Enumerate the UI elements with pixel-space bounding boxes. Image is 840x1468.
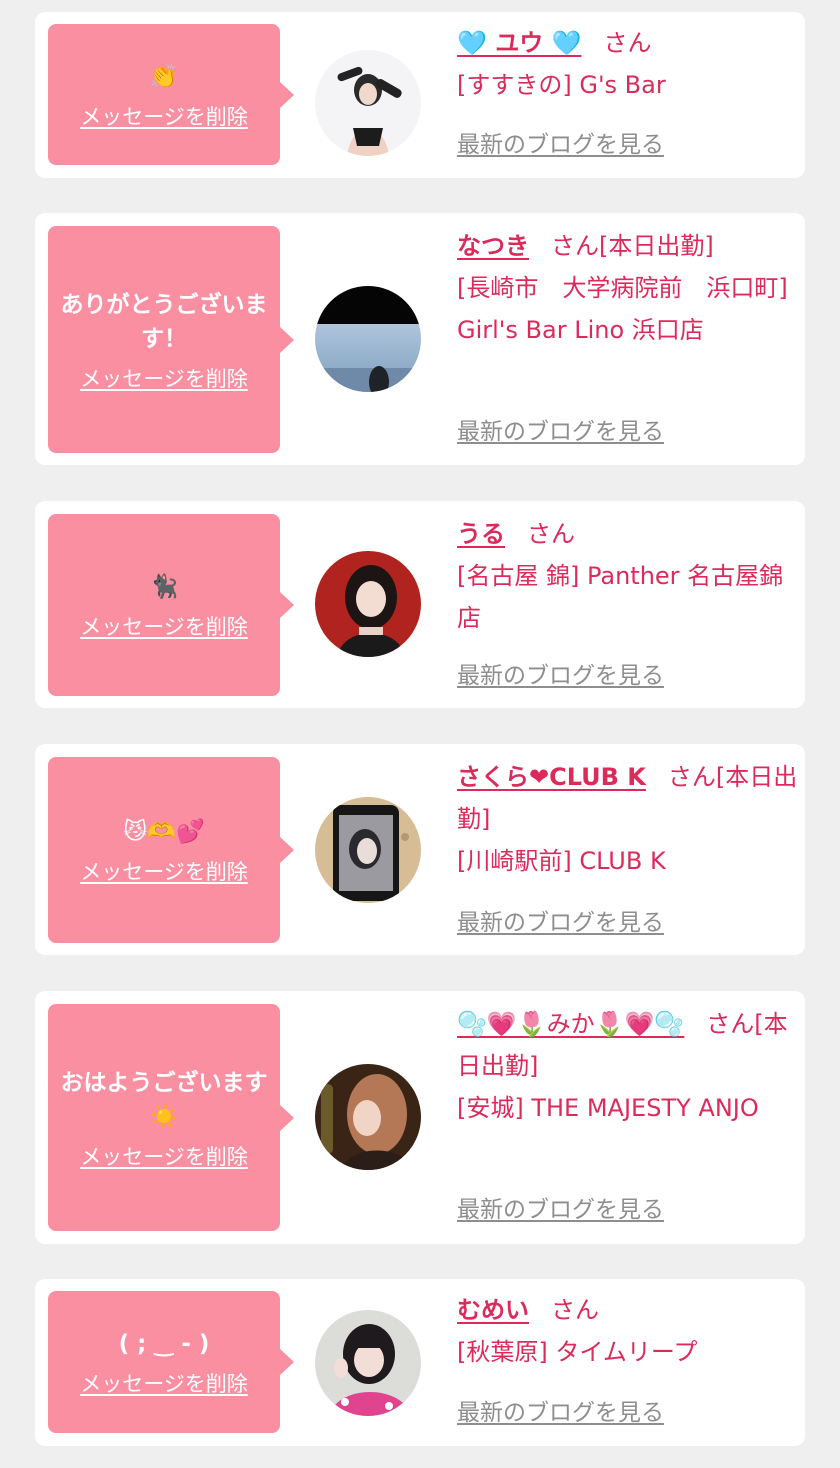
cast-info: なつき さん[本日出勤] [長崎市 大学病院前 浜口町] Girl's Bar L… bbox=[457, 225, 799, 351]
shop-location: [すすきの] G's Bar bbox=[457, 71, 666, 99]
cast-name-link[interactable]: 🫧💗🌷みか🌷💗🫧 bbox=[457, 1010, 684, 1038]
message-bubble: 👏 メッセージを削除 bbox=[48, 24, 294, 165]
cast-info: うる さん [名古屋 錦] Panther 名古屋錦店 bbox=[457, 513, 799, 639]
message-bubble: 🐈‍⬛ メッセージを削除 bbox=[48, 514, 294, 696]
message-bubble: ありがとうございます！ メッセージを削除 bbox=[48, 226, 294, 453]
message-text: ( ; ‿ - ) bbox=[118, 1331, 210, 1357]
honorific: さん bbox=[603, 29, 652, 57]
avatar[interactable] bbox=[315, 286, 421, 392]
latest-blog-link[interactable]: 最新のブログを見る bbox=[457, 417, 664, 447]
avatar[interactable] bbox=[315, 50, 421, 156]
shop-location: [安城] THE MAJESTY ANJO bbox=[457, 1094, 759, 1122]
latest-blog-link[interactable]: 最新のブログを見る bbox=[457, 1398, 664, 1428]
message-card: 😼🫶💕 メッセージを削除 さくら❤CLUB K さん[本日出勤] [川崎駅前] C… bbox=[35, 744, 805, 955]
honorific: さん bbox=[706, 1010, 755, 1038]
cast-info: さくら❤CLUB K さん[本日出勤] [川崎駅前] CLUB K bbox=[457, 756, 799, 882]
message-card: 🐈‍⬛ メッセージを削除 うる さん [名古屋 錦] Panther 名古屋錦店 … bbox=[35, 501, 805, 708]
delete-message-link[interactable]: メッセージを削除 bbox=[80, 104, 248, 130]
latest-blog-link[interactable]: 最新のブログを見る bbox=[457, 661, 664, 691]
avatar[interactable] bbox=[315, 797, 421, 903]
honorific: さん bbox=[551, 1296, 599, 1324]
message-list: 👏 メッセージを削除 🩵 ユウ 🩵 さん [すすきの] G's Bar 最新のブロ… bbox=[0, 0, 840, 1468]
message-card: ( ; ‿ - ) メッセージを削除 むめい さん [秋葉原] タイムリープ 最新… bbox=[35, 1279, 805, 1446]
avatar[interactable] bbox=[315, 551, 421, 657]
honorific: さん bbox=[667, 763, 716, 791]
shop-location: [名古屋 錦] Panther 名古屋錦店 bbox=[457, 562, 784, 632]
cast-name-link[interactable]: さくら❤CLUB K bbox=[457, 763, 646, 791]
message-text: ありがとうございます！ bbox=[60, 291, 268, 352]
delete-message-link[interactable]: メッセージを削除 bbox=[80, 366, 248, 392]
cast-info: 🫧💗🌷みか🌷💗🫧 さん[本日出勤] [安城] THE MAJESTY ANJO bbox=[457, 1003, 799, 1129]
delete-message-link[interactable]: メッセージを削除 bbox=[80, 859, 248, 885]
honorific: さん bbox=[527, 520, 575, 548]
message-card: おはようございます☀️ メッセージを削除 🫧💗🌷みか🌷💗🫧 さん[本日出勤] [安… bbox=[35, 991, 805, 1244]
cast-name-link[interactable]: むめい bbox=[457, 1296, 529, 1324]
cast-info: むめい さん [秋葉原] タイムリープ bbox=[457, 1289, 799, 1373]
honorific: さん bbox=[551, 232, 599, 260]
message-bubble: おはようございます☀️ メッセージを削除 bbox=[48, 1004, 294, 1231]
cast-name-link[interactable]: うる bbox=[457, 520, 505, 548]
shop-location: [長崎市 大学病院前 浜口町] Girl's Bar Lino 浜口店 bbox=[457, 274, 788, 344]
avatar[interactable] bbox=[315, 1310, 421, 1416]
cast-info: 🩵 ユウ 🩵 さん [すすきの] G's Bar bbox=[457, 22, 799, 106]
message-card: 👏 メッセージを削除 🩵 ユウ 🩵 さん [すすきの] G's Bar 最新のブロ… bbox=[35, 12, 805, 178]
avatar[interactable] bbox=[315, 1064, 421, 1170]
shop-location: [秋葉原] タイムリープ bbox=[457, 1338, 698, 1366]
message-bubble: 😼🫶💕 メッセージを削除 bbox=[48, 757, 294, 943]
latest-blog-link[interactable]: 最新のブログを見る bbox=[457, 1195, 664, 1225]
cast-name-link[interactable]: なつき bbox=[457, 232, 529, 260]
message-card: ありがとうございます！ メッセージを削除 なつき さん[本日出勤] [長崎市 大学… bbox=[35, 213, 805, 465]
latest-blog-link[interactable]: 最新のブログを見る bbox=[457, 130, 664, 160]
delete-message-link[interactable]: メッセージを削除 bbox=[80, 1371, 248, 1397]
message-text: 👏 bbox=[149, 63, 179, 90]
latest-blog-link[interactable]: 最新のブログを見る bbox=[457, 908, 664, 938]
message-text: おはようございます☀️ bbox=[60, 1069, 268, 1130]
message-text: 😼🫶💕 bbox=[123, 819, 205, 845]
delete-message-link[interactable]: メッセージを削除 bbox=[80, 614, 248, 640]
shop-location: [川崎駅前] CLUB K bbox=[457, 847, 666, 875]
message-bubble: ( ; ‿ - ) メッセージを削除 bbox=[48, 1291, 294, 1433]
delete-message-link[interactable]: メッセージを削除 bbox=[80, 1144, 248, 1170]
attendance-status: [本日出勤] bbox=[599, 232, 714, 260]
message-text: 🐈‍⬛ bbox=[149, 574, 179, 600]
cast-name-link[interactable]: 🩵 ユウ 🩵 bbox=[457, 29, 581, 57]
